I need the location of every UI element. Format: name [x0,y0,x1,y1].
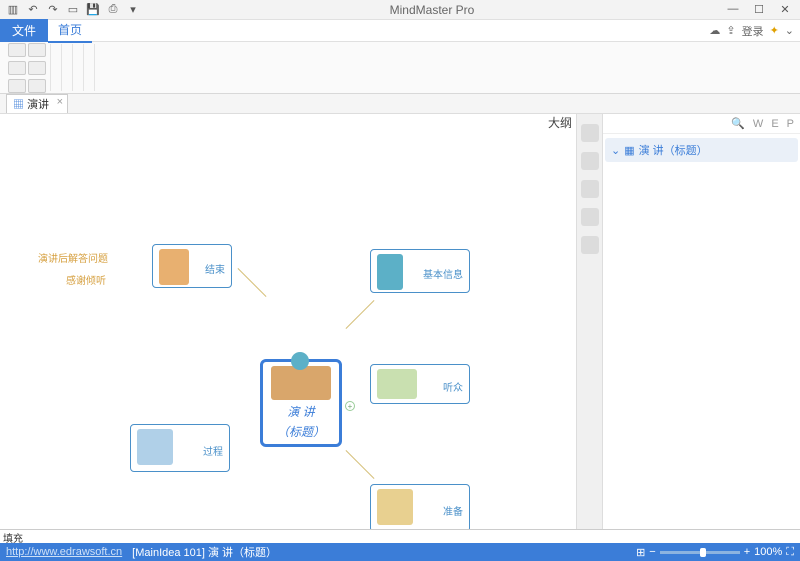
paste-icon[interactable] [8,79,26,93]
node-end[interactable]: 结束 [152,244,232,288]
brush-tool-icon[interactable] [581,124,599,142]
center-title: 演 讲 [287,403,314,420]
login-link[interactable]: 登录 [742,23,764,39]
outline-panel: 🔍 W E P ⌄ ▦ 演 讲（标题） [602,114,800,529]
more-icon[interactable]: ▾ [126,3,140,17]
close-button[interactable]: ✕ [776,3,794,16]
new-icon[interactable]: ▭ [66,3,80,17]
cut-icon[interactable] [8,43,26,57]
format-small [28,43,46,93]
connector [346,300,375,329]
doc-icon: ▦ [624,144,634,157]
star-tool-icon[interactable] [581,180,599,198]
illustration-icon [377,369,417,399]
status-doc: [MainIdea 101] 演 讲（标题） [132,544,277,560]
ribbon-group-topics [53,44,62,91]
outline-p[interactable]: P [787,118,794,130]
canvas-header: 大纲 [548,114,572,131]
illustration-icon [137,429,173,465]
ribbon [0,42,800,94]
search-icon[interactable]: 🔍 [731,117,745,130]
node-prepare-label: 准备 [443,489,463,518]
tree-root[interactable]: ⌄ ▦ 演 讲（标题） [605,138,798,162]
node-process[interactable]: 过程 [130,424,230,472]
illustration-icon [377,489,413,525]
share-icon[interactable]: ⇪ [726,24,735,37]
node-process-label: 过程 [203,429,223,458]
collapse-ribbon-icon[interactable]: ⌄ [785,24,794,37]
doc-icon: ▦ [13,99,24,111]
document-tabs: ▦ 演讲 × [0,94,800,114]
cloud-icon[interactable]: ☁ [709,24,720,37]
brush-icon[interactable] [28,61,46,75]
clear-icon[interactable] [28,79,46,93]
presenter-illustration [271,366,331,400]
zoom-out-icon[interactable]: − [649,546,655,558]
document-tab-label: 演讲 [27,99,49,111]
ribbon-group-clipboard [4,44,51,91]
zoom-slider[interactable] [660,551,740,554]
outline-tree[interactable]: ⌄ ▦ 演 讲（标题） [603,134,800,529]
expand-handle-icon[interactable]: + [345,401,355,411]
node-end-sub1[interactable]: 演讲后解答问题 [38,250,108,265]
node-basic[interactable]: 基本信息 [370,249,470,293]
close-tab-icon[interactable]: × [57,96,63,108]
node-end-sub2[interactable]: 感谢倾听 [66,272,106,287]
node-audience-label: 听众 [443,369,463,394]
menu-bar: 文件 首页 ☁ ⇪ 登录 ✦ ⌄ [0,20,800,42]
menu-right: ☁ ⇪ 登录 ✦ ⌄ [709,23,800,39]
palette-label: 填充 [0,530,26,543]
minimize-button[interactable]: — [724,3,742,16]
zoom-in-icon[interactable]: + [744,546,750,558]
file-menu[interactable]: 文件 [0,19,48,42]
disk-icon[interactable]: ▥ [6,3,20,17]
connector [346,450,375,479]
node-prepare[interactable]: 准备 [370,484,470,529]
redo-icon[interactable]: ↷ [46,3,60,17]
clipboard-small [8,43,26,93]
side-toolbar [576,114,602,529]
zoom-value: 100% [754,546,782,558]
chevron-down-icon[interactable]: ⌄ [611,144,620,157]
outline-w[interactable]: W [753,118,763,130]
outline-e[interactable]: E [771,118,778,130]
layout-tool-icon[interactable] [581,236,599,254]
tree-root-label: 演 讲（标题） [639,142,708,158]
illustration-icon [377,254,403,290]
app-title: MindMaster Pro [140,3,724,17]
node-basic-label: 基本信息 [423,254,463,281]
paint-icon[interactable] [28,43,46,57]
center-subtitle: （标题） [277,423,325,440]
list-tool-icon[interactable] [581,152,599,170]
status-url[interactable]: http://www.edrawsoft.cn [6,546,122,558]
undo-icon[interactable]: ↶ [26,3,40,17]
center-node[interactable]: 演 讲 （标题） [260,359,342,447]
ribbon-group-images [75,44,84,91]
title-bar: ▥ ↶ ↷ ▭ 💾 ⎙ ▾ MindMaster Pro — ☐ ✕ [0,0,800,20]
node-end-label: 结束 [205,249,225,276]
window-controls: — ☐ ✕ [724,3,794,16]
save-icon[interactable]: 💾 [86,3,100,17]
ribbon-group-links [86,44,95,91]
connector [238,268,267,297]
menu-tab-0[interactable]: 首页 [48,18,92,43]
document-tab[interactable]: ▦ 演讲 × [6,94,68,113]
gear-icon[interactable]: ✦ [770,24,779,37]
illustration-icon [159,249,189,285]
maximize-button[interactable]: ☐ [750,3,768,16]
copy-icon[interactable] [8,61,26,75]
quick-access-toolbar: ▥ ↶ ↷ ▭ 💾 ⎙ ▾ [6,3,140,17]
main-area: 大纲 演 讲 （标题） + 结束 演讲后解答问题 感谢倾听 基本信息 听众 [0,114,800,529]
clip-tool-icon[interactable] [581,208,599,226]
color-palette: 填充 [0,529,800,543]
ribbon-group-relations [64,44,73,91]
palette-swatches [26,530,800,543]
canvas[interactable]: 大纲 演 讲 （标题） + 结束 演讲后解答问题 感谢倾听 基本信息 听众 [0,114,576,529]
print-icon[interactable]: ⎙ [106,3,120,17]
node-audience[interactable]: 听众 [370,364,470,404]
outline-header: 🔍 W E P [603,114,800,134]
status-bar: http://www.edrawsoft.cn [MainIdea 101] 演… [0,543,800,561]
